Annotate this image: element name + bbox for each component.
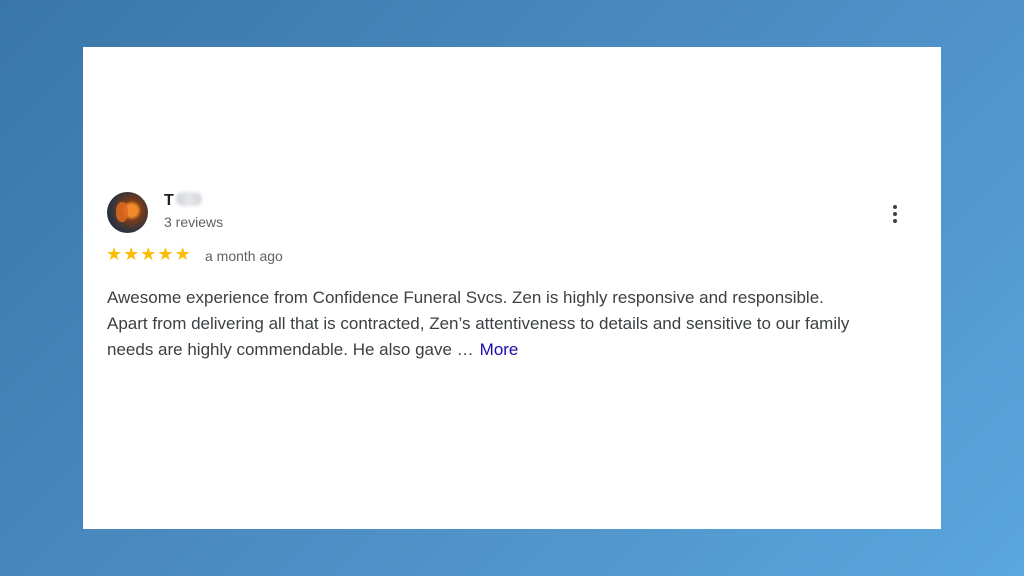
name-redaction-blur [175,192,202,206]
reviewer-avatar[interactable] [107,192,148,233]
star-rating: ★ ★ ★ ★ ★ [106,246,191,264]
star-icon: ★ [174,244,191,265]
star-icon: ★ [157,244,174,265]
review-date: a month ago [205,248,283,264]
review-card: T 3 reviews ★ ★ ★ ★ ★ a month ago Awesom… [83,47,941,529]
review-text-line-3-text: needs are highly commendable. He also ga… [107,340,474,359]
review-text-line-3: needs are highly commendable. He also ga… [107,337,919,363]
review-count: 3 reviews [164,214,224,230]
more-vert-icon-dot-3 [893,219,897,223]
review-text-line-2: Apart from delivering all that is contra… [107,314,850,333]
more-link[interactable]: More [480,340,519,359]
review-text-line-1: Awesome experience from Confidence Funer… [107,288,824,307]
reviewer-name[interactable]: T [164,192,202,210]
reviewer-name-text: T [164,192,174,209]
review-body: Awesome experience from Confidence Funer… [107,285,919,363]
star-icon: ★ [106,244,123,265]
star-icon: ★ [123,244,140,265]
more-vert-icon-dot-2 [893,212,897,216]
star-icon: ★ [140,244,157,265]
more-vert-icon-dot-1 [893,205,897,209]
avatar-photo-detail [116,202,128,222]
more-options-button[interactable] [880,199,910,229]
